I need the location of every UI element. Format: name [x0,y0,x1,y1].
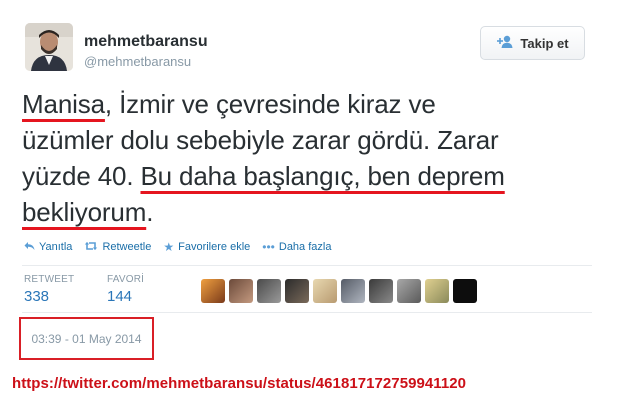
favoriter-avatar[interactable] [201,279,225,303]
retweet-icon [84,240,98,254]
retweet-stat[interactable]: RETWEET 338 [24,274,74,305]
favoriter-avatar[interactable] [313,279,337,303]
tweet-actions: Yanıtla Retweetle ★ Favorilere ekle ••• … [24,240,343,254]
profile-avatar[interactable] [25,23,73,71]
tweet-underlined-manisa: Manisa [22,89,105,119]
follow-button[interactable]: Takip et [480,26,585,60]
display-name[interactable]: mehmetbaransu [84,33,208,51]
favori-count: 144 [107,288,133,305]
tweet-text: Manisa, İzmir ve çevresinde kiraz ve üzü… [22,86,602,230]
timestamp-highlight-box: 03:39 - 01 May 2014 [19,317,154,360]
tweet-line-3-start: yüzde 40. [22,161,141,191]
star-icon: ★ [163,240,175,254]
retweet-stat-label: RETWEET [24,274,75,285]
favoriter-avatar[interactable] [453,279,477,303]
more-action[interactable]: ••• Daha fazla [262,240,331,254]
tweet-timestamp[interactable]: 03:39 - 01 May 2014 [31,332,141,346]
retweet-count: 338 [24,288,50,305]
tweet-line-2: üzümler dolu sebebiyle zarar gördü. Zara… [22,125,499,155]
tweet-line-1: Manisa, İzmir ve çevresinde kiraz ve [22,86,602,122]
tweet-underlined-bekliyorum: bekliyorum [22,197,147,227]
favoriter-avatar[interactable] [229,279,253,303]
retweet-label: Retweetle [102,241,152,253]
favoriters-avatars [201,279,477,303]
tweet-line-4-end: . [146,197,154,227]
favoriter-avatar[interactable] [397,279,421,303]
reply-label: Yanıtla [39,241,73,253]
retweet-action[interactable]: Retweetle [84,240,151,254]
tweet-line-1-rest: , İzmir ve çevresinde kiraz ve [104,89,436,119]
divider-bottom [22,312,592,313]
favorite-label: Favorilere ekle [178,241,251,253]
tweet-line-4: bekliyorum. [22,194,602,230]
favori-stat[interactable]: FAVORİ 144 [107,274,144,305]
source-url: https://twitter.com/mehmetbaransu/status… [12,375,467,392]
reply-action[interactable]: Yanıtla [24,240,72,254]
favori-stat-label: FAVORİ [107,274,145,285]
favoriter-avatar[interactable] [257,279,281,303]
favoriter-avatar[interactable] [369,279,393,303]
more-dots-icon: ••• [262,240,275,254]
favoriter-avatar[interactable] [285,279,309,303]
reply-icon [24,240,35,254]
tweet-line-3: yüzde 40. Bu daha başlangıç, ben deprem [22,158,602,194]
divider-top [22,265,592,266]
tweet-underlined-phrase: Bu daha başlangıç, ben deprem [140,161,505,191]
follow-button-label: Takip et [520,35,569,51]
screen-name[interactable]: @mehmetbaransu [84,54,191,69]
favoriter-avatar[interactable] [425,279,449,303]
favoriter-avatar[interactable] [341,279,365,303]
favorite-action[interactable]: ★ Favorilere ekle [163,240,250,254]
more-label: Daha fazla [278,241,332,253]
follow-user-plus-icon [496,35,514,51]
